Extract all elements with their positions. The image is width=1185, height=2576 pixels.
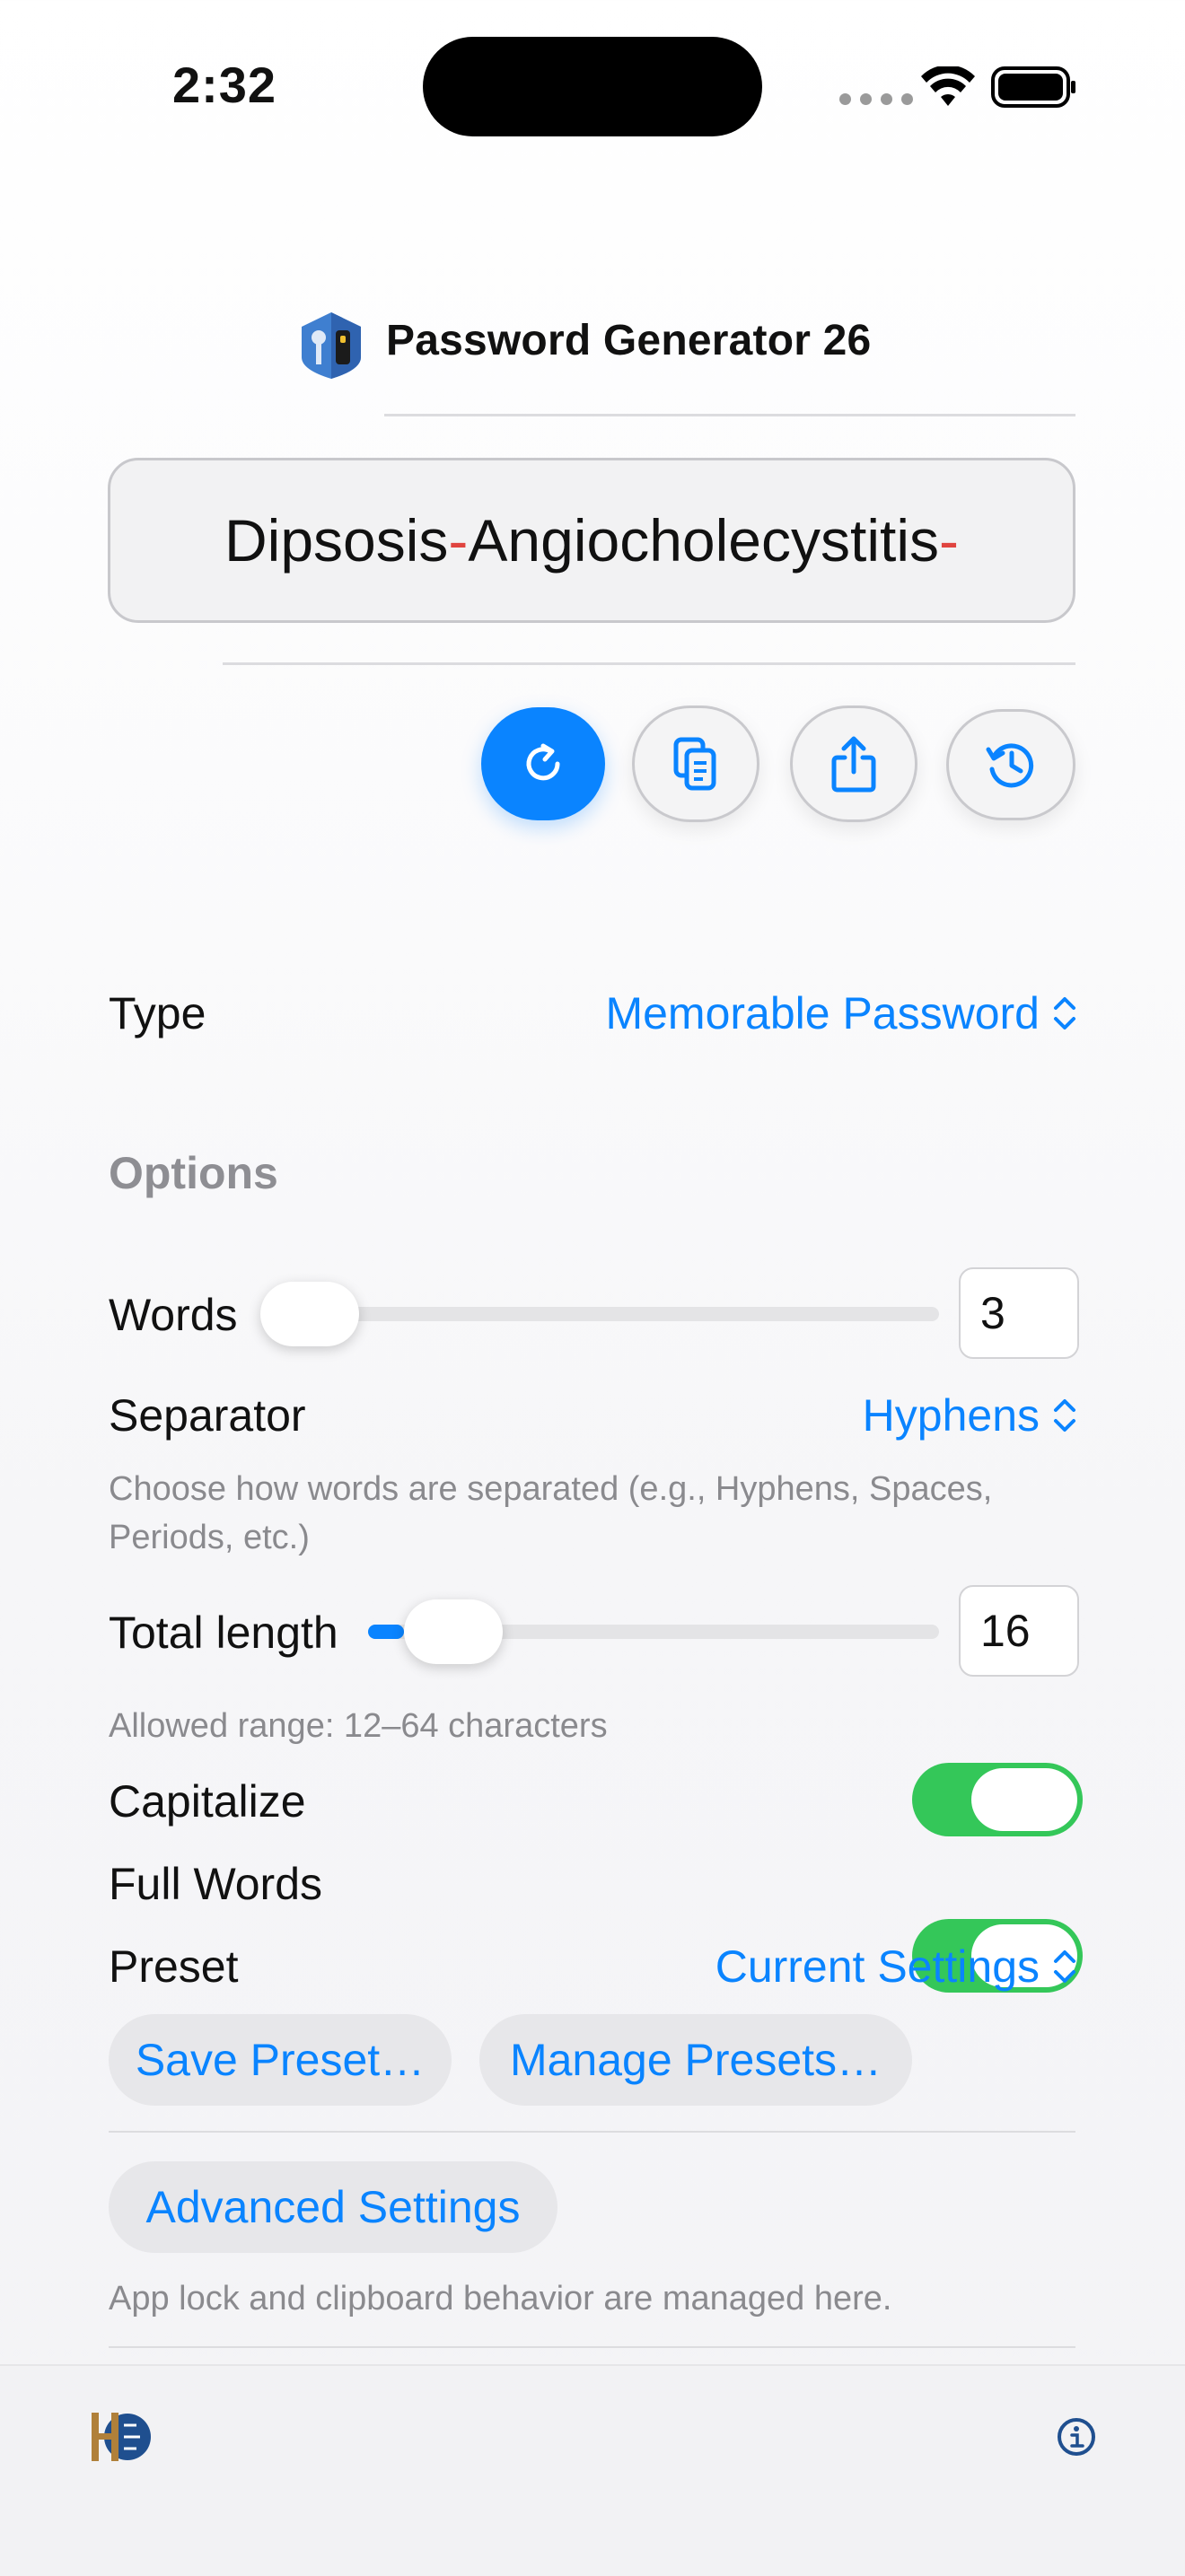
separator-value: Hyphens (862, 1390, 1040, 1441)
password-separator-1: - (448, 507, 469, 574)
type-label: Type (109, 988, 206, 1038)
dynamic-island (423, 37, 762, 136)
options-section-title: Options (109, 1148, 278, 1198)
total-length-slider[interactable] (368, 1585, 939, 1678)
preset-label: Preset (109, 1941, 239, 1992)
chevron-up-down-icon (1054, 1950, 1075, 1983)
words-value-field[interactable]: 3 (959, 1267, 1079, 1359)
advanced-settings-button[interactable]: Advanced Settings (109, 2161, 557, 2253)
chevron-up-down-icon (1054, 1399, 1075, 1432)
options-divider (109, 2131, 1075, 2133)
total-length-slider-fill (368, 1625, 404, 1639)
battery-icon (991, 66, 1075, 108)
app-title: Password Generator 26 (386, 317, 872, 364)
full-words-label: Full Words (109, 1859, 323, 1909)
app-logo-icon (302, 312, 361, 379)
separator-picker[interactable]: Hyphens (863, 1389, 1077, 1441)
header-divider (384, 414, 1075, 416)
regenerate-button[interactable] (481, 707, 605, 820)
total-length-label: Total length (109, 1608, 338, 1658)
toggle-knob (971, 1768, 1077, 1831)
share-button[interactable] (790, 705, 917, 822)
words-slider[interactable] (260, 1267, 939, 1361)
save-preset-button[interactable]: Save Preset… (109, 2014, 452, 2106)
separator-label: Separator (109, 1390, 306, 1441)
developer-logo-icon[interactable] (88, 2404, 151, 2470)
password-separator-2: - (939, 507, 959, 574)
capitalize-label: Capitalize (109, 1776, 306, 1827)
copy-button[interactable] (632, 705, 759, 822)
total-length-help-text: Allowed range: 12–64 characters (109, 1707, 608, 1745)
preset-value: Current Settings (715, 1941, 1040, 1992)
status-time: 2:32 (171, 57, 277, 113)
share-icon (831, 736, 876, 793)
total-length-value-field[interactable]: 16 (959, 1585, 1079, 1677)
password-divider (223, 662, 1075, 665)
password-word-2: Angiocholecystitis (468, 507, 939, 574)
history-button[interactable] (946, 709, 1075, 820)
advanced-help-text: App lock and clipboard behavior are mana… (109, 2280, 892, 2318)
copy-icon (673, 737, 716, 791)
cellular-signal-icon (839, 93, 913, 105)
capitalize-toggle[interactable] (912, 1763, 1083, 1836)
history-icon (986, 743, 1034, 788)
info-icon[interactable] (1056, 2416, 1097, 2458)
footer-bar (0, 2364, 1185, 2576)
manage-presets-button[interactable]: Manage Presets… (479, 2014, 912, 2106)
refresh-icon (526, 743, 560, 781)
preset-picker[interactable]: Current Settings (715, 1941, 1077, 1993)
generated-password-field[interactable]: Dipsosis - Angiocholecystitis - (108, 458, 1075, 623)
words-slider-track (260, 1307, 939, 1321)
type-value: Memorable Password (605, 988, 1040, 1038)
password-word-1: Dipsosis (224, 507, 449, 574)
total-length-slider-thumb[interactable] (404, 1599, 503, 1664)
separator-help-text: Choose how words are separated (e.g., Hy… (109, 1470, 993, 1556)
words-slider-thumb[interactable] (260, 1282, 359, 1346)
chevron-up-down-icon (1054, 997, 1075, 1030)
type-picker[interactable]: Memorable Password (605, 987, 1077, 1039)
advanced-divider (109, 2346, 1075, 2348)
words-label: Words (109, 1290, 238, 1340)
wifi-icon (921, 66, 975, 106)
